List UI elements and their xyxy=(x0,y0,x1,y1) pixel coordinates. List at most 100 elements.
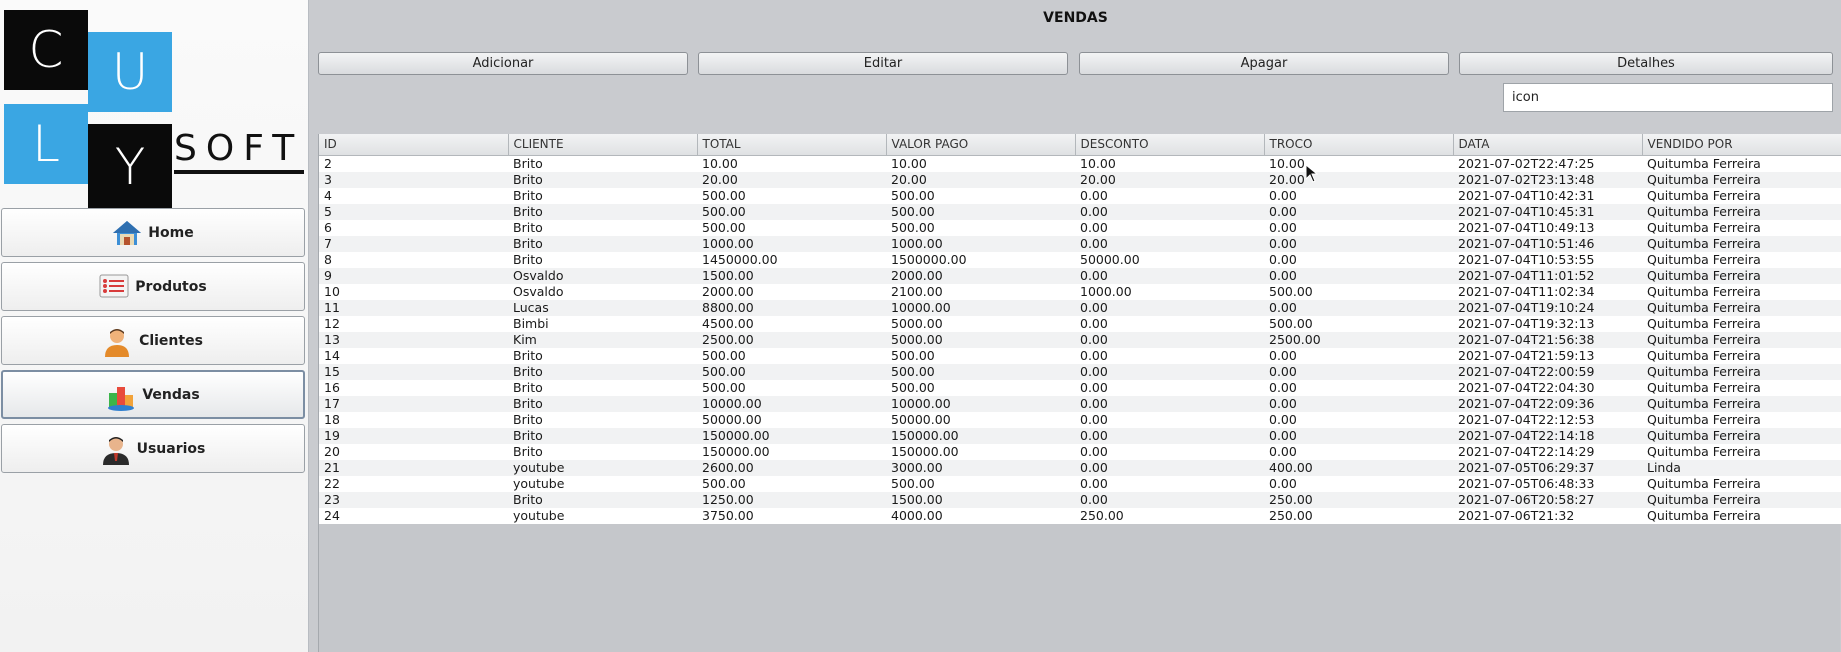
table-row[interactable]: 13 Kim 2500.00 5000.00 0.00 2500.00 2021-07-04… xyxy=(319,331,1841,348)
table-cell: Quitumba Ferreira xyxy=(1642,219,1841,236)
sidebar-item-usuarios[interactable]: Usuarios xyxy=(1,424,305,473)
table-cell: 0.00 xyxy=(1075,379,1264,396)
table-cell: 0.00 xyxy=(1075,219,1264,236)
table-cell: Bimbi xyxy=(508,315,697,332)
table-cell: 2021-07-04T19:10:24 xyxy=(1453,299,1642,316)
table-cell: 50000.00 xyxy=(1075,251,1264,268)
column-header[interactable]: VALOR PAGO xyxy=(886,134,1076,156)
table-cell: Linda xyxy=(1642,459,1841,476)
table-row[interactable]: 18 Brito 50000.00 50000.00 0.00 0.00 2021-07-0… xyxy=(319,411,1841,428)
table-row[interactable]: 21 youtube 2600.00 3000.00 0.00 400.00 2021-07… xyxy=(319,459,1841,476)
table-cell: 2021-07-04T10:49:13 xyxy=(1453,219,1642,236)
sidebar-item-produtos[interactable]: Produtos xyxy=(1,262,305,311)
sidebar-item-label: Vendas xyxy=(142,386,200,403)
sidebar-item-home[interactable]: Home xyxy=(1,208,305,257)
table-cell: 0.00 xyxy=(1264,219,1453,236)
table-cell: 23 xyxy=(319,491,508,508)
table-row[interactable]: 9 Osvaldo 1500.00 2000.00 0.00 0.00 2021-07-04… xyxy=(319,267,1841,284)
table-cell: 10.00 xyxy=(886,155,1075,172)
table-row[interactable]: 6 Brito 500.00 500.00 0.00 0.00 2021-07-04T10:… xyxy=(319,219,1841,236)
table-row[interactable]: 12 Bimbi 4500.00 5000.00 0.00 500.00 2021-07-0… xyxy=(319,315,1841,332)
table-row[interactable]: 11 Lucas 8800.00 10000.00 0.00 0.00 2021-07-04… xyxy=(319,299,1841,316)
table-cell: Osvaldo xyxy=(508,267,697,284)
sidebar-item-vendas[interactable]: Vendas xyxy=(1,370,305,419)
table-cell: 500.00 xyxy=(886,219,1075,236)
table-cell: 500.00 xyxy=(1264,283,1453,300)
table-cell: 10.00 xyxy=(697,155,886,172)
table-cell: 2500.00 xyxy=(697,331,886,348)
table-row[interactable]: 2 Brito 10.00 10.00 10.00 10.00 2021-07-02T22:… xyxy=(319,155,1841,172)
column-header[interactable]: DATA xyxy=(1453,134,1643,156)
table-row[interactable]: 5 Brito 500.00 500.00 0.00 0.00 2021-07-04T10:… xyxy=(319,203,1841,220)
delete-button[interactable]: Apagar xyxy=(1079,52,1449,75)
column-header[interactable]: VENDIDO POR xyxy=(1642,134,1841,156)
table-cell: Brito xyxy=(508,427,697,444)
table-row[interactable]: 14 Brito 500.00 500.00 0.00 0.00 2021-07-04T21… xyxy=(319,347,1841,364)
table-row[interactable]: 7 Brito 1000.00 1000.00 0.00 0.00 2021-07-04T1… xyxy=(319,235,1841,252)
sales-chart-icon xyxy=(106,381,135,411)
table-cell: 250.00 xyxy=(1264,507,1453,524)
table-cell: 500.00 xyxy=(886,347,1075,364)
logo-tile-c: C xyxy=(4,10,88,90)
table-cell: 2021-07-04T10:42:31 xyxy=(1453,187,1642,204)
table-cell: 500.00 xyxy=(697,475,886,492)
table-cell: 10.00 xyxy=(1264,155,1453,172)
table-cell: Quitumba Ferreira xyxy=(1642,347,1841,364)
column-header[interactable]: DESCONTO xyxy=(1075,134,1265,156)
table-cell: Quitumba Ferreira xyxy=(1642,363,1841,380)
table-cell: 0.00 xyxy=(1075,203,1264,220)
table-cell: 500.00 xyxy=(1264,315,1453,332)
edit-button[interactable]: Editar xyxy=(698,52,1068,75)
table-cell: Brito xyxy=(508,347,697,364)
table-cell: 1000.00 xyxy=(886,235,1075,252)
table-cell: Quitumba Ferreira xyxy=(1642,283,1841,300)
table-row[interactable]: 17 Brito 10000.00 10000.00 0.00 0.00 2021-07-0… xyxy=(319,395,1841,412)
table-cell: Quitumba Ferreira xyxy=(1642,331,1841,348)
table-cell: 500.00 xyxy=(886,475,1075,492)
column-header[interactable]: ID xyxy=(319,134,509,156)
sidebar-item-clientes[interactable]: Clientes xyxy=(1,316,305,365)
table-cell: 6 xyxy=(319,219,508,236)
home-icon xyxy=(112,219,142,247)
table-row[interactable]: 8 Brito 1450000.00 1500000.00 50000.00 0.00 20… xyxy=(319,251,1841,268)
table-cell: 500.00 xyxy=(697,363,886,380)
table-row[interactable]: 19 Brito 150000.00 150000.00 0.00 0.00 2021-07… xyxy=(319,427,1841,444)
table-cell: 2021-07-04T21:56:38 xyxy=(1453,331,1642,348)
table-cell: 500.00 xyxy=(886,363,1075,380)
sales-table-container: ID CLIENTE TOTAL VALOR PAGO DESCONTO TROCO DAT… xyxy=(318,134,1841,652)
table-row[interactable]: 20 Brito 150000.00 150000.00 0.00 0.00 2021-07… xyxy=(319,443,1841,460)
table-cell: 2000.00 xyxy=(697,283,886,300)
table-row[interactable]: 24 youtube 3750.00 4000.00 250.00 250.00 2021-… xyxy=(319,507,1841,524)
table-cell: 3000.00 xyxy=(886,459,1075,476)
app-window: C U L Y SOFT Home Produtos Clientes Vend… xyxy=(0,0,1841,652)
column-header[interactable]: TROCO xyxy=(1264,134,1454,156)
table-row[interactable]: 3 Brito 20.00 20.00 20.00 20.00 2021-07-02T23:… xyxy=(319,171,1841,188)
column-header[interactable]: TOTAL xyxy=(697,134,887,156)
table-cell: 2600.00 xyxy=(697,459,886,476)
sidebar-item-label: Clientes xyxy=(139,332,203,349)
table-row[interactable]: 22 youtube 500.00 500.00 0.00 0.00 2021-07-05T… xyxy=(319,475,1841,492)
table-cell: 0.00 xyxy=(1075,491,1264,508)
table-row[interactable]: 23 Brito 1250.00 1500.00 0.00 250.00 2021-07-0… xyxy=(319,491,1841,508)
details-button[interactable]: Detalhes xyxy=(1459,52,1833,75)
search-input[interactable] xyxy=(1503,83,1833,112)
table-cell: Quitumba Ferreira xyxy=(1642,379,1841,396)
logo-tile-y: Y xyxy=(88,124,172,210)
product-list-icon xyxy=(99,273,129,301)
table-row[interactable]: 16 Brito 500.00 500.00 0.00 0.00 2021-07-04T22… xyxy=(319,379,1841,396)
column-header[interactable]: CLIENTE xyxy=(508,134,698,156)
table-row[interactable]: 4 Brito 500.00 500.00 0.00 0.00 2021-07-04T10:… xyxy=(319,187,1841,204)
table-cell: 500.00 xyxy=(697,187,886,204)
table-cell: 0.00 xyxy=(1264,411,1453,428)
table-cell: 2021-07-04T22:04:30 xyxy=(1453,379,1642,396)
table-cell: 500.00 xyxy=(697,347,886,364)
table-cell: 50000.00 xyxy=(697,411,886,428)
add-button[interactable]: Adicionar xyxy=(318,52,688,75)
table-row[interactable]: 10 Osvaldo 2000.00 2100.00 1000.00 500.00 2021… xyxy=(319,283,1841,300)
table-row[interactable]: 15 Brito 500.00 500.00 0.00 0.00 2021-07-04T22… xyxy=(319,363,1841,380)
table-cell: 2021-07-04T22:12:53 xyxy=(1453,411,1642,428)
table-cell: 0.00 xyxy=(1264,235,1453,252)
table-cell: 2021-07-04T22:00:59 xyxy=(1453,363,1642,380)
table-cell: 2000.00 xyxy=(886,267,1075,284)
table-cell: 0.00 xyxy=(1075,235,1264,252)
